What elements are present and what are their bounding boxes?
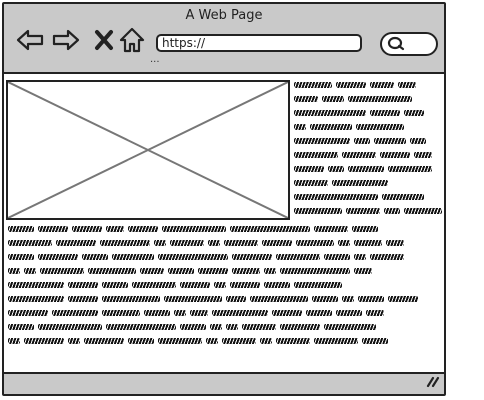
- stop-button[interactable]: [90, 26, 118, 54]
- search-button[interactable]: [380, 32, 438, 56]
- text-column-right: [294, 78, 442, 218]
- home-button[interactable]: [118, 26, 146, 54]
- address-hint: ...: [150, 54, 160, 65]
- browser-window: A Web Page https:// ...: [2, 2, 446, 396]
- text-body: [8, 222, 444, 348]
- browser-chrome: A Web Page https:// ...: [4, 4, 444, 74]
- back-button[interactable]: [16, 26, 44, 54]
- arrow-right-icon: [52, 29, 80, 51]
- search-icon: [387, 36, 405, 51]
- resize-grip-icon: [426, 376, 440, 388]
- address-text: https://: [162, 36, 206, 50]
- home-icon: [119, 27, 145, 53]
- page-content: [4, 74, 444, 376]
- forward-button[interactable]: [52, 26, 80, 54]
- arrow-left-icon: [16, 29, 44, 51]
- image-placeholder-icon: [7, 81, 289, 219]
- close-icon: [95, 30, 113, 50]
- status-bar: [4, 372, 444, 394]
- window-title: A Web Page: [185, 8, 263, 23]
- resize-grip[interactable]: [424, 372, 440, 392]
- address-bar[interactable]: https://: [156, 34, 362, 52]
- image-placeholder: [6, 80, 290, 220]
